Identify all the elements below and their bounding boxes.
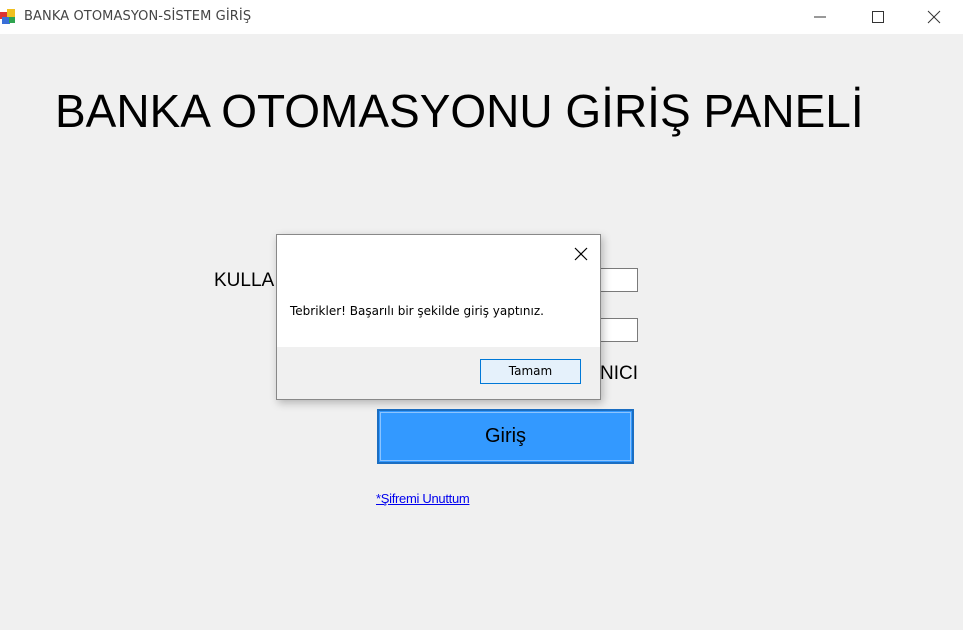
maximize-button[interactable] (849, 0, 907, 34)
app-icon (0, 9, 16, 25)
login-button[interactable]: Giriş (377, 409, 634, 464)
dialog-close-button[interactable] (572, 245, 590, 263)
window-titlebar: BANKA OTOMASYON-SİSTEM GİRİŞ (0, 0, 963, 34)
close-icon (574, 247, 588, 261)
password-input[interactable] (597, 318, 638, 342)
message-dialog: Tebrikler! Başarılı bir şekilde giriş ya… (276, 234, 601, 400)
minimize-icon (814, 16, 826, 18)
close-button[interactable] (905, 0, 963, 34)
minimize-button[interactable] (791, 0, 849, 34)
close-icon (927, 10, 941, 24)
maximize-icon (872, 11, 884, 23)
forgot-password-link[interactable]: *Şifremi Unuttum (376, 491, 470, 506)
window-title: BANKA OTOMASYON-SİSTEM GİRİŞ (24, 9, 252, 24)
username-input[interactable] (597, 268, 638, 292)
dialog-footer: Tamam (277, 347, 600, 399)
username-label: KULLA (214, 270, 275, 291)
page-title: BANKA OTOMASYONU GİRİŞ PANELİ (55, 85, 864, 137)
dialog-message: Tebrikler! Başarılı bir şekilde giriş ya… (290, 304, 544, 318)
user-type-label: NICI (600, 363, 638, 384)
ok-button[interactable]: Tamam (480, 359, 581, 384)
